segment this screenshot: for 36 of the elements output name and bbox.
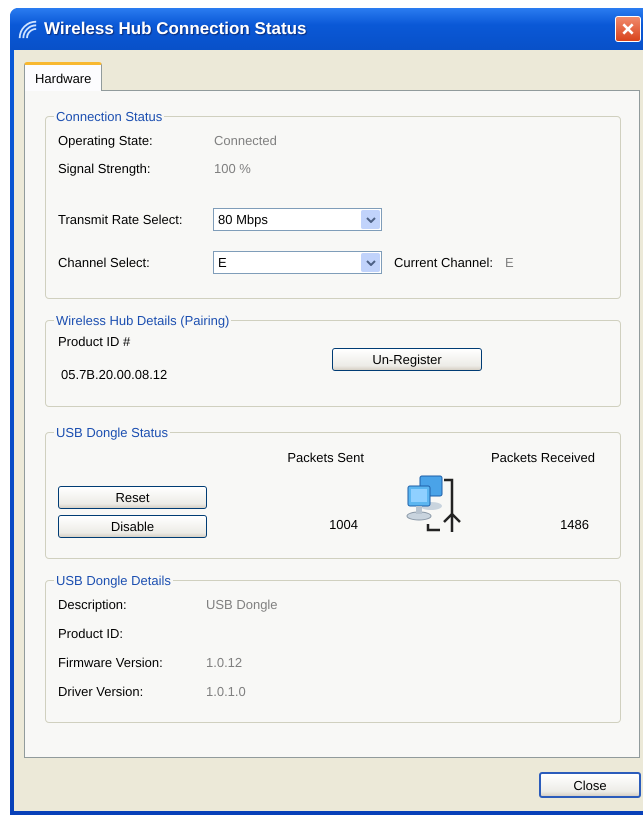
field-label: Firmware Version: [58,655,164,670]
unregister-button[interactable]: Un-Register [332,348,482,371]
tab[interactable]: Hardware [24,62,102,91]
group-title: Connection Status [55,109,164,124]
group-title: USB Dongle Details [55,573,172,588]
field-label: Transmit Rate Select: [58,212,184,227]
field-value: E [505,255,514,270]
column-label: Packets Received [490,450,595,465]
field-value: 100 % [214,160,251,176]
field-label: Driver Version: [58,684,144,699]
close-button[interactable] [615,16,641,42]
field-label: Current Channel: [394,255,493,270]
field-label: Description: [58,597,128,612]
action-button[interactable]: Reset [58,486,207,509]
channel-dropdown[interactable]: E [213,251,382,274]
field-label: Operating State: [58,132,154,148]
field-label: Product ID # [58,334,132,349]
packet-count: 1004 [329,517,358,532]
column-label: Packets Sent [287,450,364,465]
rate-dropdown[interactable]: 80 Mbps [213,208,382,231]
field-value: Connected [214,132,277,148]
field-label: Channel Select: [58,255,151,270]
close-icon [621,22,635,36]
close-dialog-button[interactable]: Close [539,772,641,798]
group-title: USB Dongle Status [55,425,170,440]
window-title: Wireless Hub Connection Status [44,19,308,39]
field-value: 1.0.1.0 [206,684,246,699]
field-label: Product ID: [58,626,124,641]
field-value: 1.0.12 [206,655,242,670]
action-button[interactable]: Disable [58,515,207,538]
wireless-icon [16,18,38,40]
field-value: USB Dongle [206,597,278,612]
packet-count: 1486 [560,517,589,532]
group-title: Wireless Hub Details (Pairing) [55,313,230,328]
field-value: 05.7B.20.00.08.12 [61,367,168,382]
field-label: Signal Strength: [58,160,152,176]
